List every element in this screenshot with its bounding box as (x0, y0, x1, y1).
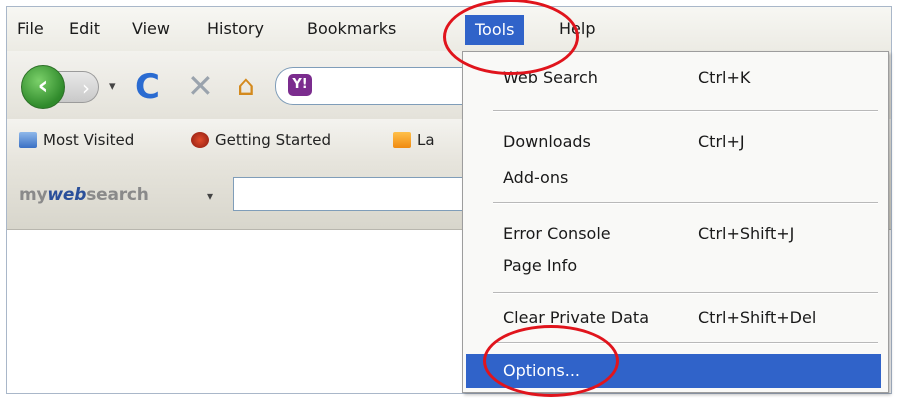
menu-separator (493, 110, 878, 112)
options-highlight-ring (483, 325, 619, 397)
menu-item-label: Page Info (503, 256, 578, 275)
menu-item-label: Error Console (503, 224, 611, 243)
reload-icon[interactable]: C (135, 67, 160, 107)
menu-item-web-search[interactable]: Web Search Ctrl+K (503, 68, 883, 87)
back-button[interactable]: ‹ (21, 65, 65, 109)
menu-item-clear-private-data[interactable]: Clear Private Data Ctrl+Shift+Del (503, 308, 883, 327)
bookmark-getting-started[interactable]: Getting Started (191, 131, 331, 149)
menu-separator (493, 202, 878, 204)
home-icon[interactable]: ⌂ (237, 69, 255, 102)
mywebsearch-logo: mywebsearch (19, 185, 149, 205)
address-bar[interactable]: Y! (275, 67, 476, 105)
bookmark-label: La (417, 131, 435, 149)
menu-item-shortcut: Ctrl+Shift+J (698, 224, 795, 243)
menu-separator (493, 292, 878, 294)
menu-edit[interactable]: Edit (69, 19, 100, 38)
menu-view[interactable]: View (132, 19, 170, 38)
history-dropdown-icon[interactable]: ▾ (109, 79, 116, 94)
menu-item-shortcut: Ctrl+J (698, 132, 745, 151)
bookmark-label: Most Visited (43, 131, 135, 149)
browser-window: File Edit View History Bookmarks Tools H… (6, 0, 892, 397)
firefox-icon (191, 132, 209, 148)
menu-bookmarks[interactable]: Bookmarks (307, 19, 396, 38)
menu-item-label: Clear Private Data (503, 308, 649, 327)
menu-item-shortcut: Ctrl+Shift+Del (698, 308, 817, 327)
bookmark-latest-headlines[interactable]: La (393, 131, 435, 149)
stop-icon[interactable]: ✕ (187, 67, 214, 105)
menu-item-shortcut: Ctrl+K (698, 68, 751, 87)
bookmark-most-visited[interactable]: Most Visited (19, 131, 134, 149)
bookmark-label: Getting Started (215, 131, 331, 149)
logo-part: search (86, 185, 149, 205)
menu-item-downloads[interactable]: Downloads Ctrl+J (503, 132, 883, 151)
menu-history[interactable]: History (207, 19, 264, 38)
logo-part: my (19, 185, 48, 205)
rss-feed-icon (393, 132, 411, 148)
menu-item-add-ons[interactable]: Add-ons (503, 168, 883, 187)
menu-item-error-console[interactable]: Error Console Ctrl+Shift+J (503, 224, 883, 243)
search-input[interactable] (233, 177, 473, 211)
menu-file[interactable]: File (17, 19, 44, 38)
logo-part: web (47, 185, 87, 205)
menu-item-label: Downloads (503, 132, 591, 151)
menu-item-page-info[interactable]: Page Info (503, 256, 883, 275)
folder-icon (19, 132, 37, 148)
tools-highlight-ring (443, 0, 579, 75)
mywebsearch-dropdown-icon[interactable]: ▾ (207, 189, 213, 203)
yahoo-icon: Y! (288, 74, 312, 96)
menu-item-label: Add-ons (503, 168, 569, 187)
